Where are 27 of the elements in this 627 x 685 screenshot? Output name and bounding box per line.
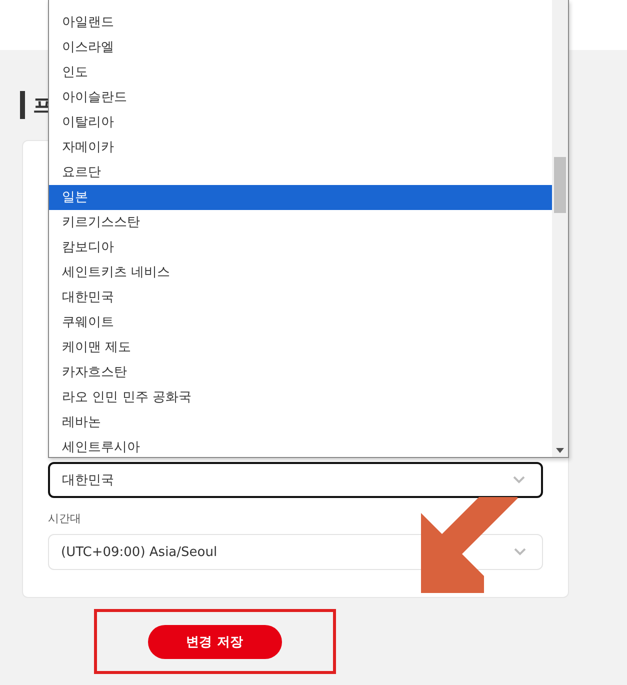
dropdown-option[interactable]: 캄보디아 bbox=[49, 235, 552, 260]
field-label: 시간대 bbox=[48, 511, 82, 526]
scroll-down-icon[interactable] bbox=[556, 448, 564, 453]
dropdown-option[interactable]: 세인트루시아 bbox=[49, 435, 552, 457]
dropdown-option[interactable]: 이탈리아 bbox=[49, 110, 552, 135]
chevron-down-icon bbox=[514, 548, 526, 556]
dropdown-option[interactable]: 키르기스스탄 bbox=[49, 210, 552, 235]
dropdown-option[interactable]: 라오 인민 민주 공화국 bbox=[49, 385, 552, 410]
dropdown-option[interactable]: 일본 bbox=[49, 185, 552, 210]
dropdown-option[interactable]: 카자흐스탄 bbox=[49, 360, 552, 385]
dropdown-option[interactable]: 레바논 bbox=[49, 410, 552, 435]
dropdown-option[interactable]: 요르단 bbox=[49, 160, 552, 185]
dropdown-option[interactable]: 자메이카 bbox=[49, 135, 552, 160]
dropdown-option[interactable]: 아일랜드 bbox=[49, 10, 552, 35]
dropdown-option[interactable]: 세인트키츠 네비스 bbox=[49, 260, 552, 285]
country-select[interactable]: 대한민국 bbox=[48, 462, 543, 498]
dropdown-option[interactable]: 케이맨 제도 bbox=[49, 335, 552, 360]
save-button[interactable]: 변경 저장 bbox=[148, 624, 282, 658]
scrollbar[interactable] bbox=[552, 0, 568, 457]
chevron-down-icon bbox=[513, 476, 525, 484]
dropdown-option[interactable]: 쿠웨이트 bbox=[49, 310, 552, 335]
heading-bar bbox=[20, 91, 25, 119]
scrollbar-thumb[interactable] bbox=[554, 157, 566, 213]
dropdown-option[interactable]: 아이슬란드 bbox=[49, 85, 552, 110]
dropdown-option[interactable]: 대한민국 bbox=[49, 285, 552, 310]
dropdown-option[interactable]: 인도 bbox=[49, 60, 552, 85]
dropdown-option[interactable]: 이스라엘 bbox=[49, 35, 552, 60]
